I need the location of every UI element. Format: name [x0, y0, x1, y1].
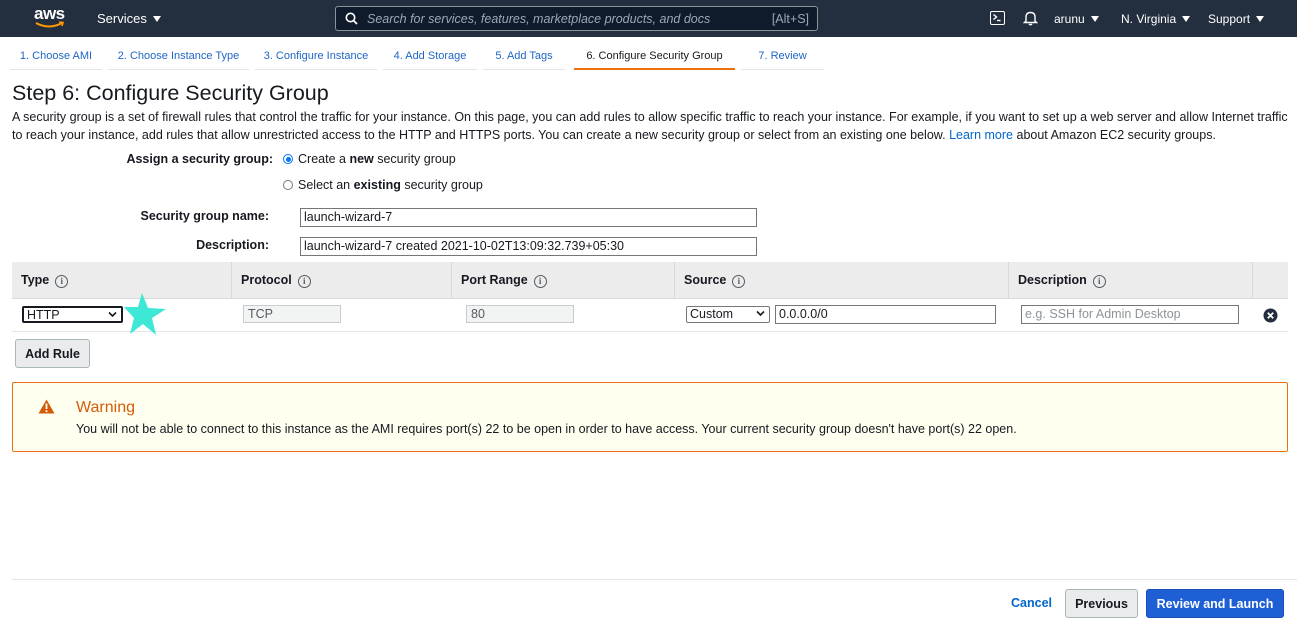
page-title: Step 6: Configure Security Group [12, 81, 329, 105]
tab-configure-security-group[interactable]: 6. Configure Security Group [574, 44, 735, 70]
header-label: Port Range [461, 273, 528, 287]
cancel-link[interactable]: Cancel [1011, 596, 1052, 610]
caret-down-icon [152, 16, 161, 22]
review-and-launch-button[interactable]: Review and Launch [1146, 589, 1284, 618]
header-protocol: Protocol i [231, 262, 451, 299]
tab-review[interactable]: 7. Review [741, 44, 824, 70]
tab-add-tags[interactable]: 5. Add Tags [483, 44, 565, 70]
header-label: Protocol [241, 273, 292, 287]
header-label: Source [684, 273, 727, 287]
option-text: security group [377, 152, 456, 166]
support-label: Support [1208, 12, 1251, 26]
assign-group-label: Assign a security group: [126, 152, 273, 166]
info-icon[interactable]: i [297, 275, 311, 288]
header-label: Description [1018, 273, 1087, 287]
aws-logo[interactable]: aws [34, 4, 68, 32]
services-menu[interactable]: Services [97, 11, 161, 26]
chevron-down-icon [756, 310, 765, 317]
footer-divider [12, 579, 1297, 580]
option-emphasis: new [349, 152, 374, 166]
radio-create-new-label[interactable]: Create a new security group [298, 152, 456, 166]
tab-add-storage[interactable]: 4. Add Storage [383, 44, 477, 70]
warning-title: Warning [76, 399, 135, 416]
chevron-down-icon [108, 311, 117, 318]
region-name: N. Virginia [1121, 12, 1177, 26]
services-label: Services [97, 11, 147, 26]
search-icon [345, 12, 358, 25]
add-rule-button[interactable]: Add Rule [15, 339, 90, 368]
header-description: Description i [1008, 262, 1252, 299]
region-menu[interactable]: N. Virginia [1121, 12, 1191, 26]
option-emphasis: existing [353, 178, 401, 192]
previous-button[interactable]: Previous [1065, 589, 1138, 618]
header-source: Source i [674, 262, 1008, 299]
learn-more-link[interactable]: Learn more [949, 128, 1013, 142]
user-menu[interactable]: arunu [1054, 12, 1099, 26]
security-group-name-label: Security group name: [140, 209, 270, 223]
support-menu[interactable]: Support [1208, 12, 1265, 26]
rule-type-select[interactable]: HTTP [22, 306, 123, 323]
option-text: Select an [298, 178, 351, 192]
header-label: Type [21, 273, 50, 287]
rule-source-select[interactable]: Custom [686, 306, 770, 323]
security-group-name-input[interactable]: launch-wizard-7 [300, 208, 757, 227]
global-search[interactable]: Search for services, features, marketpla… [335, 6, 818, 31]
info-icon[interactable]: i [55, 275, 69, 288]
caret-down-icon [1256, 16, 1265, 22]
tab-choose-instance-type[interactable]: 2. Choose Instance Type [108, 44, 249, 70]
intro-text: A security group is a set of firewall ru… [12, 108, 1292, 144]
remove-rule-icon[interactable] [1263, 308, 1278, 323]
rules-table-header: Type i Protocol i Port Range i Source i Desc… [12, 262, 1288, 299]
warning-text: You will not be able to connect to this … [76, 422, 1017, 436]
description-input[interactable]: launch-wizard-7 created 2021-10-02T13:09… [300, 237, 757, 256]
top-navigation: aws Services Search for services, featur… [0, 0, 1297, 37]
info-icon[interactable]: i [533, 275, 547, 288]
radio-create-new[interactable] [283, 154, 293, 164]
tab-choose-ami[interactable]: 1. Choose AMI [10, 44, 102, 70]
bell-icon[interactable] [1023, 10, 1038, 26]
aws-smile-icon [35, 21, 65, 28]
rule-port-range-field: 80 [466, 305, 574, 323]
rule-type-value: HTTP [27, 308, 60, 322]
rule-source-cidr-input[interactable]: 0.0.0.0/0 [775, 305, 996, 324]
caret-down-icon [1090, 16, 1099, 22]
tab-configure-instance[interactable]: 3. Configure Instance [255, 44, 377, 70]
warning-icon [38, 399, 55, 414]
radio-select-existing[interactable] [283, 180, 293, 190]
option-text: security group [404, 178, 483, 192]
option-text: Create a [298, 152, 346, 166]
user-name: arunu [1054, 12, 1085, 26]
rule-protocol-field: TCP [243, 305, 341, 323]
annotation-star-icon [124, 293, 166, 335]
description-label: Description: [196, 238, 269, 252]
header-port-range: Port Range i [451, 262, 674, 299]
radio-select-existing-label[interactable]: Select an existing security group [298, 178, 483, 192]
caret-down-icon [1182, 16, 1191, 22]
cloudshell-icon[interactable] [990, 11, 1005, 25]
warning-alert: Warning You will not be able to connect … [12, 382, 1288, 452]
info-icon[interactable]: i [1092, 275, 1106, 288]
intro-suffix: about Amazon EC2 security groups. [1016, 128, 1216, 142]
header-actions [1252, 262, 1288, 299]
rule-source-mode: Custom [690, 307, 734, 321]
search-shortcut: [Alt+S] [771, 12, 809, 26]
info-icon[interactable]: i [732, 275, 746, 288]
rule-description-input[interactable]: e.g. SSH for Admin Desktop [1021, 305, 1239, 324]
search-placeholder: Search for services, features, marketpla… [367, 12, 711, 26]
